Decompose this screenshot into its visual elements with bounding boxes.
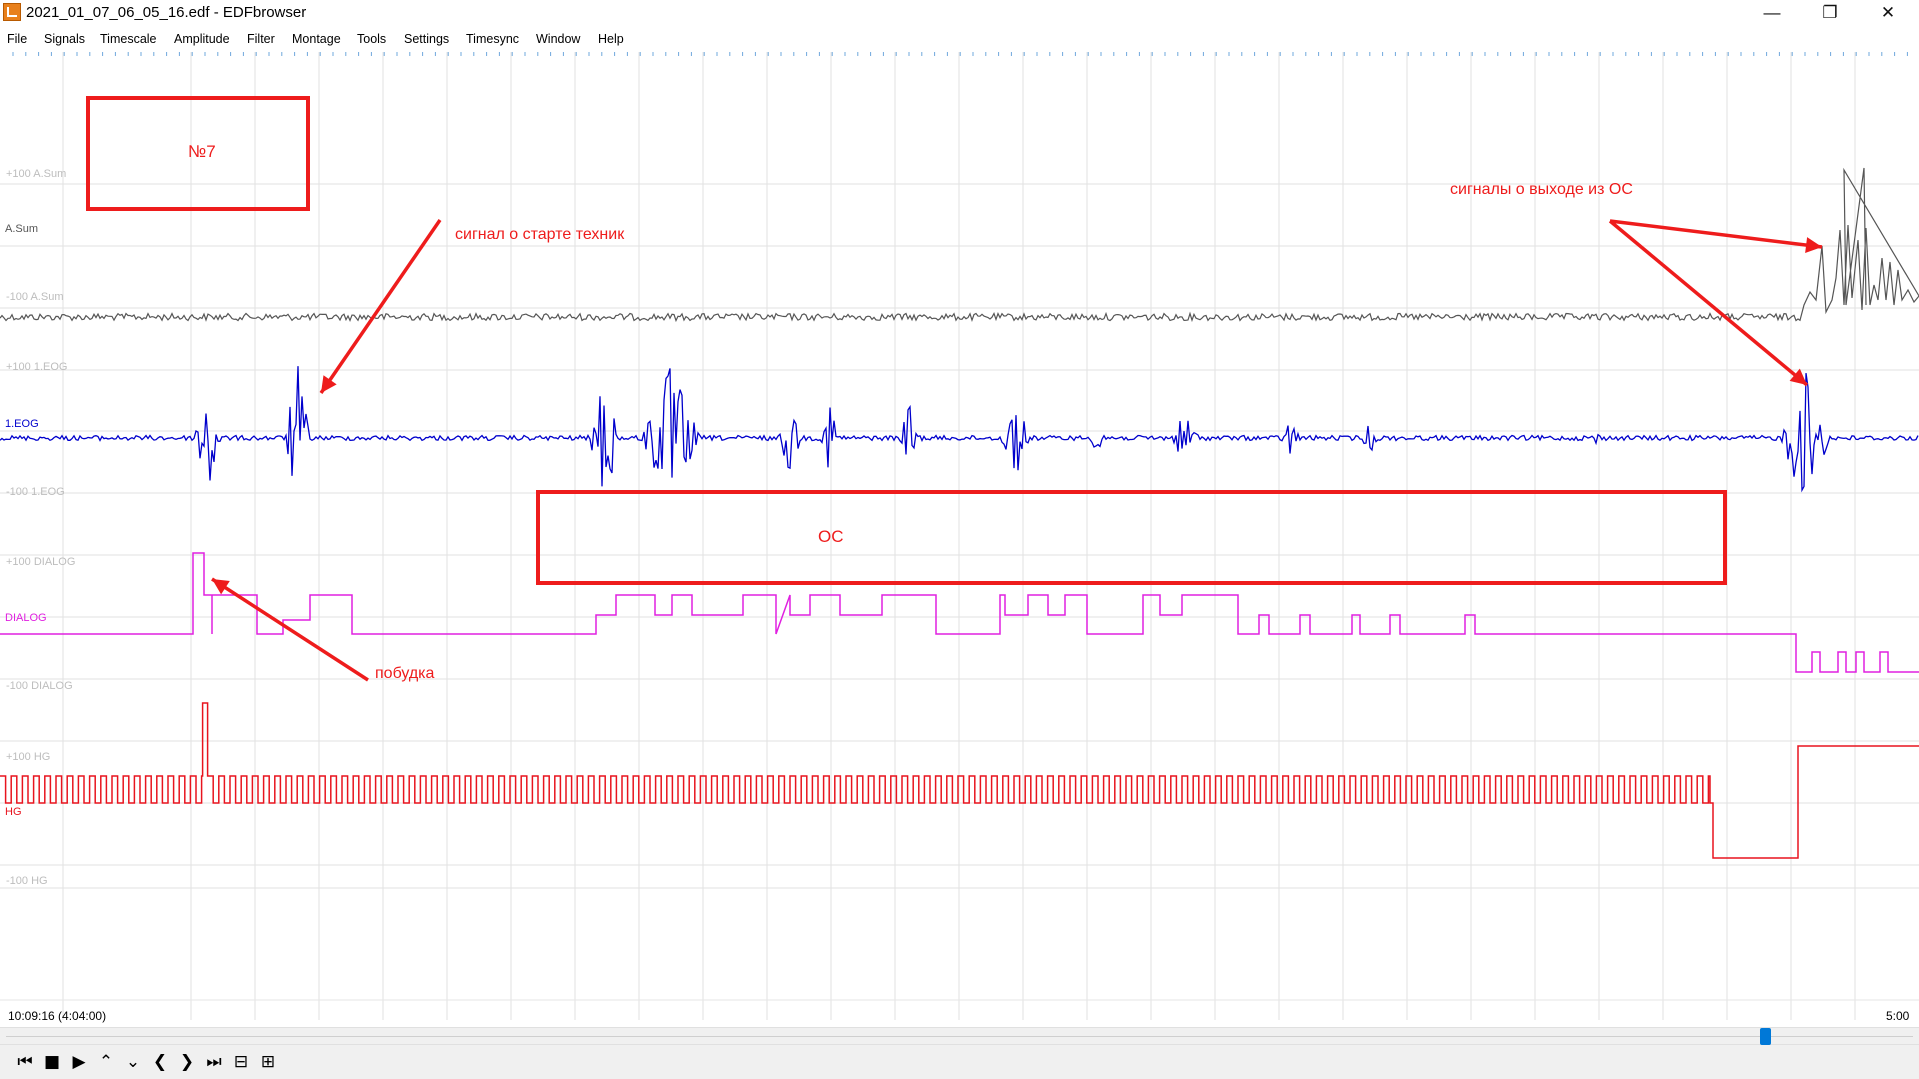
start-signal-annotation: сигнал о старте техник [455,226,625,243]
hg-bottom-range: -100 HG [6,875,48,887]
exit-signals-annotation: сигналы о выходе из ОС [1450,181,1633,198]
menu-amplitude[interactable]: Amplitude [174,32,230,46]
eog-label[interactable]: 1.EOG [5,418,39,430]
dialog-label[interactable]: DIALOG [5,612,47,624]
menu-signals[interactable]: Signals [44,32,85,46]
wakeup-annotation: побудка [375,665,435,682]
play-icon[interactable]: ▶ [68,1051,90,1073]
asum-top-range: +100 A.Sum [6,168,67,180]
menu-montage[interactable]: Montage [292,32,341,46]
zoom-out-icon[interactable]: ⊟ [230,1051,252,1073]
amplitude-up-icon[interactable]: ⌃ [95,1051,117,1073]
menu-file[interactable]: File [7,32,27,46]
menu-help[interactable]: Help [598,32,624,46]
annotation-arrow-line [1609,219,1823,249]
time-ticks [12,52,1908,56]
jump-to-start-icon[interactable]: ⏮ [14,1051,36,1073]
scrollbar-track [6,1036,1913,1037]
jump-to-end-icon[interactable]: ⏭ [203,1051,225,1073]
menu-window[interactable]: Window [536,32,580,46]
menu-timescale[interactable]: Timescale [100,32,157,46]
annotation-arrow-head [321,375,337,393]
menu-timesync[interactable]: Timesync [466,32,519,46]
dialog-top-range: +100 DIALOG [6,556,76,568]
edfbrowser-app-icon [3,3,21,21]
current-time-label: 10:09:16 (4:04:00) [8,1009,107,1023]
timeline-scrollbar[interactable] [0,1027,1919,1045]
eog-top-range: +100 1.EOG [6,361,68,373]
restore-icon[interactable]: ❐ [1801,0,1859,26]
dialog-bottom-range: -100 DIALOG [6,680,73,692]
hg-label[interactable]: HG [5,806,22,818]
asum-bottom-range: -100 A.Sum [6,291,64,303]
os-annotation-text: ОС [818,527,844,546]
os-annotation-box [536,490,1727,585]
page-back-icon[interactable]: ❮ [149,1051,171,1073]
page-forward-icon[interactable]: ❯ [176,1051,198,1073]
stop-icon[interactable]: ■ [41,1051,63,1073]
minimize-icon[interactable]: — [1743,0,1801,26]
close-icon[interactable]: ✕ [1859,0,1917,26]
menu-bar: File Signals Timescale Amplitude Filter … [0,29,1919,49]
window-title: 2021_01_07_06_05_16.edf - EDFbrowser [26,4,307,21]
asum-label[interactable]: A.Sum [5,223,38,235]
hg-top-range: +100 HG [6,751,51,763]
annotation-arrow-line [211,577,369,682]
scrollbar-thumb[interactable] [1759,1028,1771,1045]
menu-tools[interactable]: Tools [357,32,386,46]
menu-settings[interactable]: Settings [404,32,449,46]
title-bar: 2021_01_07_06_05_16.edf - EDFbrowser — ❐… [0,0,1919,26]
number-annotation-text: №7 [188,142,216,161]
page-duration-label: 5:00 [1886,1009,1910,1023]
menu-filter[interactable]: Filter [247,32,275,46]
navigation-toolbar: ⏮ ■ ▶ ⌃ ⌄ ❮ ❯ ⏭ ⊟ ⊞ [0,1045,1919,1079]
amplitude-down-icon[interactable]: ⌄ [122,1051,144,1073]
zoom-in-icon[interactable]: ⊞ [257,1051,279,1073]
eog-bottom-range: -100 1.EOG [6,486,65,498]
